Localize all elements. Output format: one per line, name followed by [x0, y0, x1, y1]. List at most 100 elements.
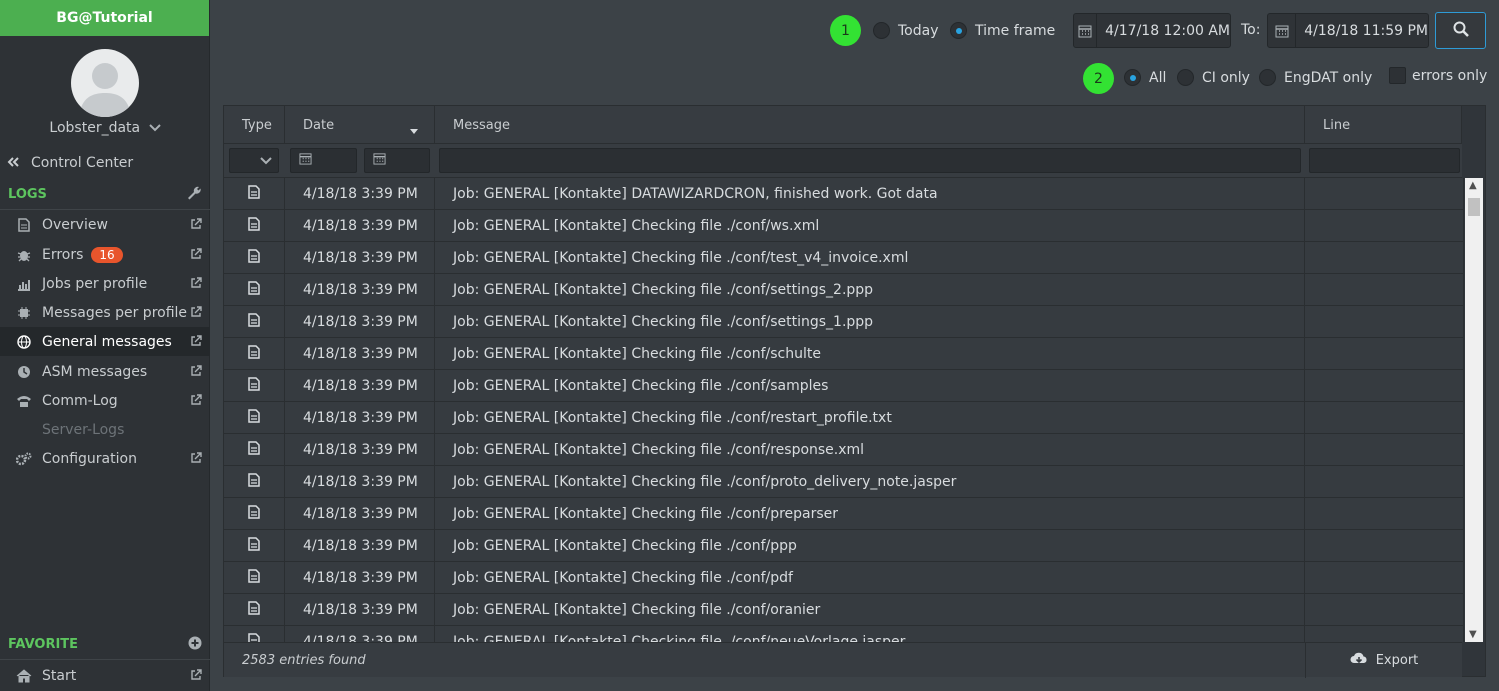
- sidebar: BG@Tutorial Lobster_data Control Center …: [0, 0, 210, 691]
- radio-time-frame[interactable]: Time frame: [950, 22, 1055, 39]
- messages-grid: Type Date Message Line 4/18/18 3:39 PM Jo…: [223, 105, 1486, 678]
- external-link-icon[interactable]: [190, 277, 202, 293]
- home-icon: [16, 668, 32, 684]
- date-cell: 4/18/18 3:39 PM: [285, 594, 435, 625]
- sort-desc-icon: [410, 123, 418, 138]
- radio-circle: [1259, 69, 1276, 86]
- external-link-icon[interactable]: [190, 218, 202, 234]
- double-chevron-left-icon: [7, 155, 19, 171]
- nav-item-configuration[interactable]: Configuration: [0, 444, 210, 473]
- avatar[interactable]: [71, 49, 139, 117]
- app-title[interactable]: BG@Tutorial: [0, 0, 209, 36]
- table-row[interactable]: 4/18/18 3:39 PM Job: GENERAL [Kontakte] C…: [224, 338, 1464, 370]
- calendar-icon[interactable]: [373, 152, 386, 169]
- table-row[interactable]: 4/18/18 3:39 PM Job: GENERAL [Kontakte] C…: [224, 274, 1464, 306]
- search-button[interactable]: [1435, 12, 1486, 49]
- line-cell: [1305, 434, 1464, 465]
- table-row[interactable]: 4/18/18 3:39 PM Job: GENERAL [Kontakte] C…: [224, 306, 1464, 338]
- grid-footer: 2583 entries found Export: [224, 642, 1462, 678]
- type-cell: [224, 562, 285, 593]
- document-icon: [248, 504, 260, 523]
- favorite-section-header: FAVORITE: [0, 630, 210, 660]
- from-date-field[interactable]: 4/17/18 12:00 AM: [1073, 13, 1231, 48]
- radio-engdat-only-label: EngDAT only: [1284, 69, 1373, 86]
- external-link-icon[interactable]: [190, 306, 202, 322]
- from-date-value: 4/17/18 12:00 AM: [1105, 22, 1230, 39]
- type-filter-select[interactable]: [229, 148, 279, 173]
- date-cell: 4/18/18 3:39 PM: [285, 274, 435, 305]
- errors-only-checkbox[interactable]: errors only: [1389, 67, 1487, 84]
- grid-scrollbar[interactable]: ▲ ▼: [1465, 178, 1483, 642]
- nav-item-asm-messages[interactable]: ASM messages: [0, 357, 210, 386]
- nav-item-start[interactable]: Start: [0, 661, 210, 690]
- external-link-icon[interactable]: [190, 335, 202, 351]
- type-cell: [224, 498, 285, 529]
- nav-item-comm-log[interactable]: Comm-Log: [0, 386, 210, 415]
- column-header-type[interactable]: Type: [224, 106, 285, 144]
- line-cell: [1305, 466, 1464, 497]
- calendar-icon[interactable]: [1268, 14, 1297, 47]
- nav-item-overview[interactable]: Overview: [0, 210, 210, 239]
- external-link-icon[interactable]: [190, 394, 202, 410]
- nav-item-general-messages[interactable]: General messages: [0, 327, 210, 356]
- table-row[interactable]: 4/18/18 3:39 PM Job: GENERAL [Kontakte] C…: [224, 626, 1464, 642]
- radio-all[interactable]: All: [1124, 69, 1166, 86]
- document-icon: [248, 376, 260, 395]
- radio-engdat-only[interactable]: EngDAT only: [1259, 69, 1372, 86]
- date-cell: 4/18/18 3:39 PM: [285, 242, 435, 273]
- message-cell: Job: GENERAL [Kontakte] Checking file ./…: [435, 370, 1305, 401]
- type-cell: [224, 402, 285, 433]
- date-cell: 4/18/18 3:39 PM: [285, 562, 435, 593]
- export-button[interactable]: Export: [1305, 643, 1462, 678]
- table-row[interactable]: 4/18/18 3:39 PM Job: GENERAL [Kontakte] C…: [224, 434, 1464, 466]
- table-row[interactable]: 4/18/18 3:39 PM Job: GENERAL [Kontakte] D…: [224, 178, 1464, 210]
- table-row[interactable]: 4/18/18 3:39 PM Job: GENERAL [Kontakte] C…: [224, 562, 1464, 594]
- nav-item-errors[interactable]: Errors 16: [0, 240, 210, 269]
- nav-item-messages-per-profile[interactable]: Messages per profile: [0, 298, 210, 327]
- column-header-message[interactable]: Message: [435, 106, 1305, 144]
- nav-item-jobs-per-profile[interactable]: Jobs per profile: [0, 269, 210, 298]
- external-link-icon[interactable]: [190, 248, 202, 264]
- external-link-icon[interactable]: [190, 452, 202, 468]
- radio-ci-only[interactable]: CI only: [1177, 69, 1250, 86]
- control-center-link[interactable]: Control Center: [7, 155, 133, 171]
- radio-today[interactable]: Today: [873, 22, 939, 39]
- date-from-filter[interactable]: [290, 148, 357, 173]
- message-filter-input[interactable]: [439, 148, 1301, 173]
- control-center-label: Control Center: [31, 155, 134, 171]
- message-cell: Job: GENERAL [Kontakte] Checking file ./…: [435, 242, 1305, 273]
- table-row[interactable]: 4/18/18 3:39 PM Job: GENERAL [Kontakte] C…: [224, 210, 1464, 242]
- table-row[interactable]: 4/18/18 3:39 PM Job: GENERAL [Kontakte] C…: [224, 242, 1464, 274]
- external-link-icon[interactable]: [190, 669, 202, 685]
- message-cell: Job: GENERAL [Kontakte] Checking file ./…: [435, 466, 1305, 497]
- radio-circle: [950, 22, 967, 39]
- document-icon: [248, 536, 260, 555]
- user-menu[interactable]: Lobster_data: [0, 120, 210, 136]
- favorite-section-title: FAVORITE: [8, 637, 79, 652]
- table-row[interactable]: 4/18/18 3:39 PM Job: GENERAL [Kontakte] C…: [224, 466, 1464, 498]
- table-row[interactable]: 4/18/18 3:39 PM Job: GENERAL [Kontakte] C…: [224, 530, 1464, 562]
- document-icon: [248, 632, 260, 642]
- table-row[interactable]: 4/18/18 3:39 PM Job: GENERAL [Kontakte] C…: [224, 498, 1464, 530]
- table-row[interactable]: 4/18/18 3:39 PM Job: GENERAL [Kontakte] C…: [224, 370, 1464, 402]
- table-row[interactable]: 4/18/18 3:39 PM Job: GENERAL [Kontakte] C…: [224, 402, 1464, 434]
- cloud-download-icon: [1350, 652, 1368, 670]
- calendar-icon[interactable]: [1074, 14, 1098, 47]
- date-to-filter[interactable]: [364, 148, 430, 173]
- type-cell: [224, 530, 285, 561]
- scroll-up-icon[interactable]: ▲: [1469, 180, 1477, 191]
- table-row[interactable]: 4/18/18 3:39 PM Job: GENERAL [Kontakte] C…: [224, 594, 1464, 626]
- calendar-icon[interactable]: [299, 152, 312, 169]
- to-date-field[interactable]: 4/18/18 11:59 PM: [1267, 13, 1429, 48]
- error-count-badge: 16: [91, 246, 123, 263]
- nav-item-label: Errors: [42, 246, 84, 263]
- scroll-down-icon[interactable]: ▼: [1469, 629, 1477, 640]
- external-link-icon[interactable]: [190, 365, 202, 381]
- wrench-icon[interactable]: [186, 185, 202, 205]
- scrollbar-thumb[interactable]: [1468, 198, 1480, 216]
- column-header-date[interactable]: Date: [285, 106, 435, 144]
- chevron-down-icon: [260, 153, 272, 169]
- line-filter-input[interactable]: [1309, 148, 1460, 173]
- plus-circle-icon[interactable]: [188, 636, 202, 654]
- column-header-line[interactable]: Line: [1305, 106, 1462, 144]
